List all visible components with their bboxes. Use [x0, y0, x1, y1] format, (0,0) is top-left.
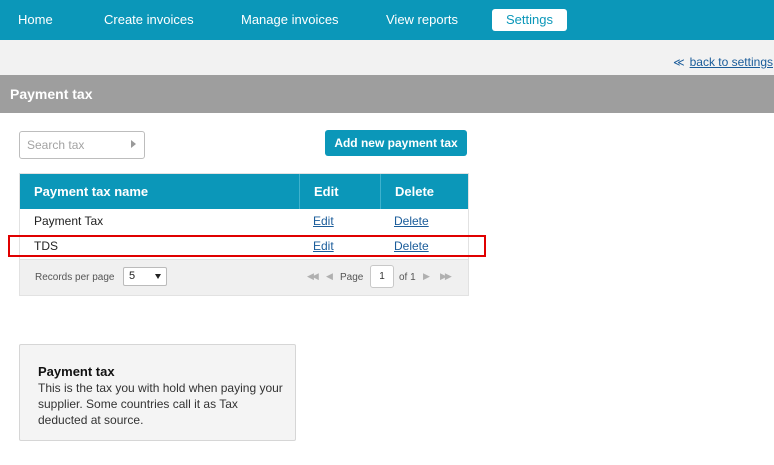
table-row: Payment Tax Edit Delete: [20, 209, 468, 234]
column-header-edit[interactable]: Edit: [314, 174, 339, 209]
payment-tax-table: Payment tax name Edit Delete Payment Tax…: [19, 173, 469, 296]
column-header-delete[interactable]: Delete: [395, 174, 434, 209]
nav-manage-invoices[interactable]: Manage invoices: [241, 9, 339, 31]
back-to-settings-label: back to settings: [689, 55, 773, 69]
back-to-settings-link[interactable]: ≪ back to settings: [673, 55, 774, 69]
dropdown-arrow-icon: [155, 274, 161, 279]
page-count-label: of 1: [399, 272, 416, 283]
page-label: Page: [340, 272, 364, 283]
add-new-payment-tax-button[interactable]: Add new payment tax: [325, 130, 467, 156]
next-page-icon[interactable]: ▶: [423, 271, 430, 282]
first-page-icon[interactable]: ◀◀: [307, 271, 319, 282]
column-divider: [380, 174, 381, 209]
search-input[interactable]: [20, 132, 127, 158]
table-pager: Records per page 5 ◀◀ ◀ Page 1 of 1 ▶ ▶▶: [20, 259, 468, 295]
row-name: Payment Tax: [34, 214, 104, 228]
page-title: Payment tax: [0, 75, 774, 113]
edit-link[interactable]: Edit: [313, 209, 334, 234]
page-number-input[interactable]: 1: [370, 265, 394, 288]
nav-home[interactable]: Home: [18, 9, 53, 31]
info-text: This is the tax you with hold when payin…: [38, 381, 283, 427]
double-chevron-left-icon: ≪: [673, 57, 685, 69]
row-name: TDS: [34, 239, 58, 253]
last-page-icon[interactable]: ▶▶: [440, 271, 452, 282]
info-box: Payment tax This is the tax you with hol…: [19, 344, 296, 441]
records-per-page-label: Records per page: [35, 272, 115, 283]
delete-link[interactable]: Delete: [394, 234, 429, 259]
nav-create-invoices[interactable]: Create invoices: [104, 9, 194, 31]
search-arrow-icon[interactable]: [131, 140, 136, 148]
edit-link[interactable]: Edit: [313, 234, 334, 259]
previous-page-icon[interactable]: ◀: [326, 271, 333, 282]
table-header: Payment tax name Edit Delete: [20, 174, 468, 209]
records-per-page-value: 5: [129, 270, 136, 282]
table-row: TDS Edit Delete: [20, 234, 468, 259]
nav-view-reports[interactable]: View reports: [386, 9, 458, 31]
delete-link[interactable]: Delete: [394, 209, 429, 234]
info-title: Payment tax: [38, 364, 115, 379]
nav-settings[interactable]: Settings: [492, 9, 567, 31]
search-field[interactable]: [19, 131, 145, 159]
sub-bar: [0, 40, 774, 75]
column-divider: [299, 174, 300, 209]
records-per-page-select[interactable]: 5: [123, 267, 167, 286]
column-header-name[interactable]: Payment tax name: [34, 174, 148, 209]
top-navigation: Home Create invoices Manage invoices Vie…: [0, 0, 774, 40]
